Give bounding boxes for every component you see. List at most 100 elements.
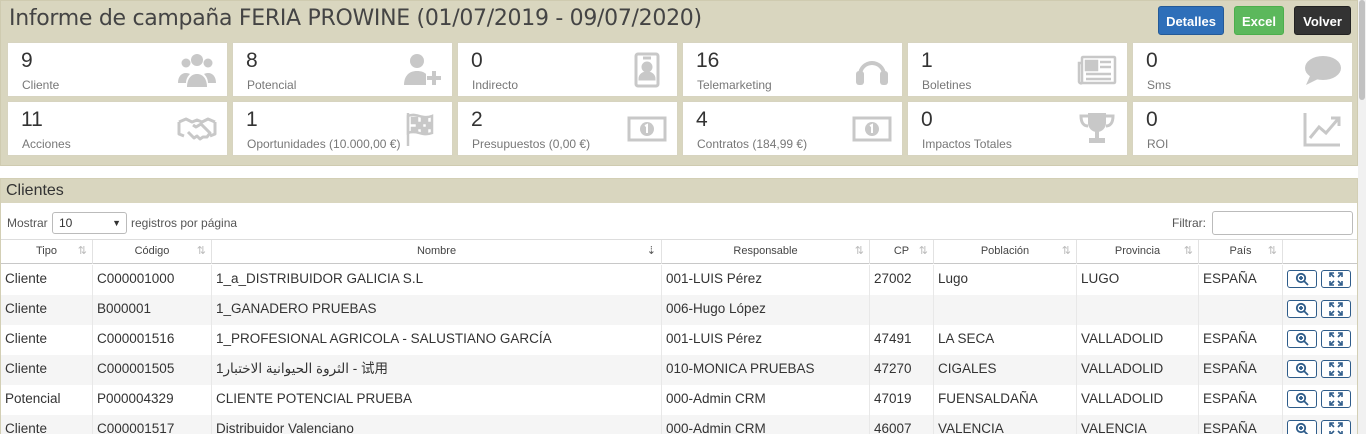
sort-asc-icon: ⇣ [646, 245, 656, 257]
detalles-button[interactable]: Detalles [1158, 6, 1224, 35]
view-button[interactable] [1287, 300, 1317, 318]
expand-button[interactable] [1321, 300, 1351, 318]
page: Informe de campaña FERIA PROWINE (01/07/… [0, 0, 1358, 434]
users-icon [177, 51, 217, 89]
cell-tipo: Cliente [1, 415, 93, 434]
cell-pais: ESPAÑA [1199, 325, 1283, 355]
money-bill-icon [852, 110, 892, 148]
stat-roi[interactable]: 0 ROI [1132, 101, 1353, 156]
view-button[interactable] [1287, 330, 1317, 348]
col-poblacion[interactable]: Población ⇅ [934, 240, 1077, 264]
filter-input[interactable] [1212, 211, 1353, 235]
stat-acciones[interactable]: 11 Acciones [7, 101, 228, 156]
stat-sms[interactable]: 0 Sms [1132, 42, 1353, 97]
stat-value: 0 [1146, 108, 1158, 131]
cell-provincia: LUGO [1077, 265, 1199, 295]
headphones-icon [852, 51, 892, 89]
cell-tipo: Cliente [1, 265, 93, 295]
stat-label: Impactos Totales [922, 137, 1012, 151]
stat-indirecto[interactable]: 0 Indirecto [457, 42, 678, 97]
cell-cp: 47270 [870, 355, 934, 385]
cell-responsable: 001-LUIS Pérez [662, 265, 870, 295]
cell-codigo: P000004329 [93, 385, 212, 415]
stat-label: Indirecto [472, 78, 519, 92]
stat-presupuestos[interactable]: 2 Presupuestos (0,00 €) [457, 101, 678, 156]
stat-impactos-totales[interactable]: 0 Impactos Totales [907, 101, 1128, 156]
stat-boletines[interactable]: 1 Boletines [907, 42, 1128, 97]
stat-cliente[interactable]: 9 Cliente [7, 42, 228, 97]
sort-icon: ⇅ [1183, 245, 1193, 257]
stat-telemarketing[interactable]: 16 Telemarketing [682, 42, 903, 97]
cell-tipo: Cliente [1, 355, 93, 385]
stat-oportunidades[interactable]: 1 Oportunidades (10.000,00 €) [232, 101, 453, 156]
col-label: Población [980, 245, 1030, 257]
stat-value: 16 [696, 49, 720, 72]
expand-button[interactable] [1321, 360, 1351, 378]
view-button[interactable] [1287, 390, 1317, 408]
volver-button[interactable]: Volver [1294, 6, 1351, 35]
table-row[interactable]: Potencial P000004329 CLIENTE POTENCIAL PRU… [1, 385, 1357, 415]
cell-provincia: VALLADOLID [1077, 385, 1199, 415]
expand-button[interactable] [1321, 420, 1351, 434]
campaign-summary-panel: Informe de campaña FERIA PROWINE (01/07/… [0, 0, 1358, 166]
stat-value: 0 [921, 108, 933, 131]
cell-provincia [1077, 295, 1199, 325]
stat-contratos[interactable]: 4 Contratos (184,99 €) [682, 101, 903, 156]
col-cp[interactable]: CP ⇅ [870, 240, 934, 264]
zoom-in-icon [1295, 422, 1309, 434]
expand-icon [1329, 332, 1343, 346]
cell-codigo: C000001516 [93, 325, 212, 355]
scrollbar[interactable] [1358, 0, 1366, 434]
stat-label: Oportunidades (10.000,00 €) [247, 137, 401, 151]
stat-label: Acciones [22, 137, 71, 151]
zoom-in-icon [1295, 272, 1309, 286]
zoom-in-icon [1295, 392, 1309, 406]
stat-potencial[interactable]: 8 Potencial [232, 42, 453, 97]
view-button[interactable] [1287, 270, 1317, 288]
stat-value: 4 [696, 108, 708, 131]
expand-button[interactable] [1321, 270, 1351, 288]
col-pais[interactable]: País ⇅ [1199, 240, 1283, 264]
col-responsable[interactable]: Responsable ⇅ [662, 240, 870, 264]
table-row[interactable]: Cliente C000001000 1_a_DISTRIBUIDOR GALICI… [1, 265, 1357, 295]
sort-icon: ⇅ [854, 245, 864, 257]
cell-pais [1199, 295, 1283, 325]
cell-tipo: Potencial [1, 385, 93, 415]
view-button[interactable] [1287, 420, 1317, 434]
col-codigo[interactable]: Código ⇅ [93, 240, 212, 264]
stat-value: 0 [471, 49, 483, 72]
stat-value: 1 [246, 108, 258, 131]
table-row[interactable]: Cliente C000001516 1_PROFESIONAL AGRICOLA … [1, 325, 1357, 355]
table-row[interactable]: Cliente C000001517 Distribuidor Valenciano… [1, 415, 1357, 434]
page-size-select[interactable]: 10 ▼ [52, 212, 127, 234]
stat-label: Sms [1147, 78, 1171, 92]
cell-provincia: VALLADOLID [1077, 325, 1199, 355]
scrollbar-thumb[interactable] [1359, 0, 1365, 100]
cell-codigo: C000001517 [93, 415, 212, 434]
cell-cp: 47019 [870, 385, 934, 415]
cell-cp: 47491 [870, 325, 934, 355]
col-tipo[interactable]: Tipo ⇅ [1, 240, 93, 264]
page-size-value: 10 [59, 216, 73, 230]
cell-codigo: B000001 [93, 295, 212, 325]
cell-nombre: CLIENTE POTENCIAL PRUEBA [212, 385, 662, 415]
col-label: País [1229, 245, 1252, 257]
cell-tipo: Cliente [1, 325, 93, 355]
excel-button[interactable]: Excel [1234, 6, 1284, 35]
mostrar-label: Mostrar [7, 216, 48, 230]
table-row[interactable]: Cliente C000001505 1الثروة الحيوانية الاخت… [1, 355, 1357, 385]
col-provincia[interactable]: Provincia ⇅ [1077, 240, 1199, 264]
stat-label: Cliente [22, 78, 60, 92]
view-button[interactable] [1287, 360, 1317, 378]
expand-button[interactable] [1321, 330, 1351, 348]
stat-value: 2 [471, 108, 483, 131]
cell-pais: ESPAÑA [1199, 415, 1283, 434]
zoom-in-icon [1295, 362, 1309, 376]
sort-icon: ⇅ [1267, 245, 1277, 257]
sort-icon: ⇅ [196, 245, 206, 257]
filter-label: Filtrar: [1172, 216, 1206, 230]
cell-nombre: 1_PROFESIONAL AGRICOLA - SALUSTIANO GARC… [212, 325, 662, 355]
expand-button[interactable] [1321, 390, 1351, 408]
table-row[interactable]: Cliente B000001 1_GANADERO PRUEBAS 006-Hugo… [1, 295, 1357, 325]
col-nombre[interactable]: Nombre ⇣ [212, 240, 662, 264]
